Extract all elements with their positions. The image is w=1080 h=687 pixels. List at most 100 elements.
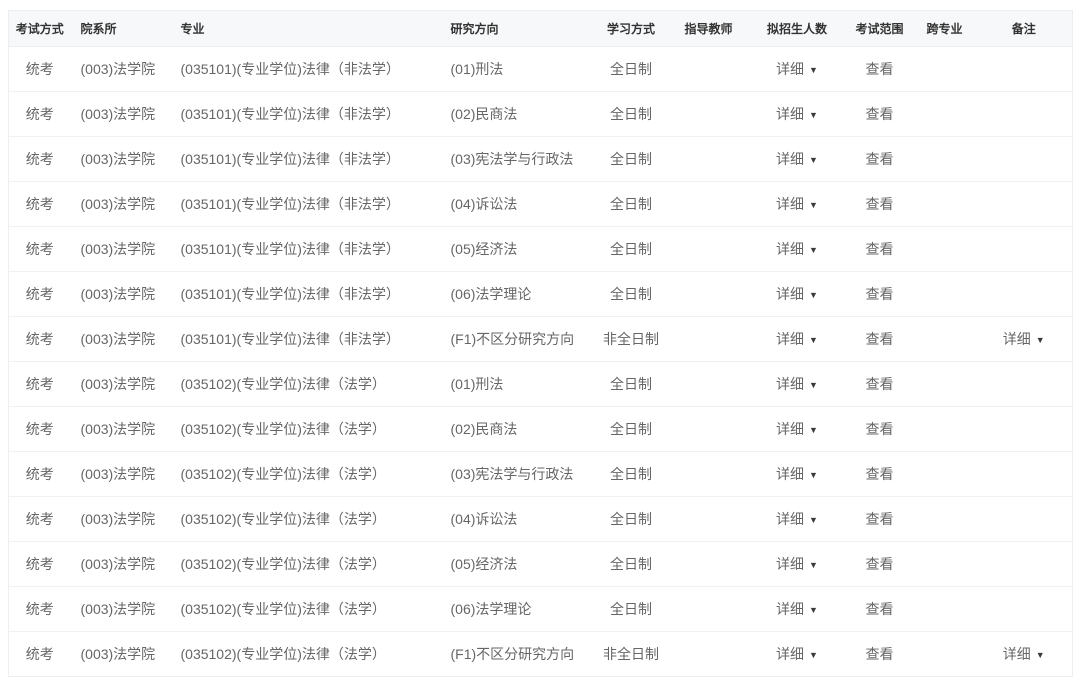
view-exam-scope-link[interactable]: 查看 <box>866 151 894 167</box>
research-direction-cell: (03)宪法学与行政法 <box>441 137 594 182</box>
table-row: 统考(003)法学院(035102)(专业学位)法律（法学）(01)刑法全日制详… <box>9 362 1073 407</box>
view-exam-scope-link[interactable]: 查看 <box>866 106 894 122</box>
research-direction-cell: (01)刑法 <box>441 47 594 92</box>
department-cell: (003)法学院 <box>71 362 171 407</box>
research-direction-cell: (02)民商法 <box>441 407 594 452</box>
cross-major-cell <box>914 452 976 497</box>
table-row: 统考(003)法学院(035102)(专业学位)法律（法学）(03)宪法学与行政… <box>9 452 1073 497</box>
department-cell: (003)法学院 <box>71 227 171 272</box>
table-row: 统考(003)法学院(035101)(专业学位)法律（非法学）(01)刑法全日制… <box>9 47 1073 92</box>
research-direction-cell: (02)民商法 <box>441 92 594 137</box>
department-cell: (003)法学院 <box>71 317 171 362</box>
view-exam-scope-link[interactable]: 查看 <box>866 331 894 347</box>
remarks-cell <box>976 452 1073 497</box>
planned-enrollment-detail-dropdown[interactable]: 详细▼ <box>776 59 818 79</box>
dropdown-label: 详细 <box>776 511 804 527</box>
planned-enrollment-cell: 详细▼ <box>749 407 846 452</box>
caret-down-icon: ▼ <box>809 425 818 435</box>
major-cell: (035102)(专业学位)法律（法学） <box>171 407 441 452</box>
advisor-cell <box>669 272 749 317</box>
planned-enrollment-cell: 详细 ▼ <box>749 317 846 362</box>
view-exam-scope-link[interactable]: 查看 <box>866 376 894 392</box>
study-mode-cell: 全日制 <box>594 47 669 92</box>
col-header-planned-enrollment: 拟招生人数 <box>749 11 846 47</box>
caret-down-icon: ▼ <box>809 650 818 660</box>
view-exam-scope-link[interactable]: 查看 <box>866 466 894 482</box>
view-exam-scope-link[interactable]: 查看 <box>866 421 894 437</box>
advisor-cell <box>669 497 749 542</box>
dropdown-label: 详细 <box>776 106 804 122</box>
planned-enrollment-cell: 详细▼ <box>749 587 846 632</box>
col-header-exam-scope: 考试范围 <box>846 11 914 47</box>
planned-enrollment-detail-dropdown[interactable]: 详细▼ <box>776 644 818 664</box>
advisor-cell <box>669 632 749 677</box>
cross-major-cell <box>914 407 976 452</box>
exam-method-cell: 统考 <box>9 362 71 407</box>
exam-method-cell: 统考 <box>9 227 71 272</box>
planned-enrollment-detail-dropdown[interactable]: 详细▼ <box>776 149 818 169</box>
planned-enrollment-detail-dropdown[interactable]: 详细▼ <box>776 599 818 619</box>
planned-enrollment-detail-dropdown[interactable]: 详细▼ <box>776 464 818 484</box>
study-mode-cell: 非全日制 <box>594 632 669 677</box>
remarks-cell <box>976 587 1073 632</box>
view-exam-scope-link[interactable]: 查看 <box>866 556 894 572</box>
cross-major-cell <box>914 182 976 227</box>
table-row: 统考(003)法学院(035102)(专业学位)法律（法学）(04)诉讼法全日制… <box>9 497 1073 542</box>
planned-enrollment-detail-dropdown[interactable]: 详细▼ <box>776 554 818 574</box>
col-header-remarks: 备注 <box>976 11 1073 47</box>
view-exam-scope-link[interactable]: 查看 <box>866 646 894 662</box>
dropdown-label: 详细 <box>776 331 804 347</box>
caret-down-icon: ▼ <box>1036 650 1045 660</box>
exam-scope-cell: 查看 <box>846 407 914 452</box>
table-row: 统考(003)法学院(035102)(专业学位)法律（法学）(05)经济法全日制… <box>9 542 1073 587</box>
exam-scope-cell: 查看 <box>846 587 914 632</box>
major-cell: (035102)(专业学位)法律（法学） <box>171 542 441 587</box>
exam-scope-cell: 查看 <box>846 47 914 92</box>
major-cell: (035101)(专业学位)法律（非法学） <box>171 227 441 272</box>
remarks-detail-dropdown[interactable]: 详细▼ <box>1003 644 1045 664</box>
major-cell: (035101)(专业学位)法律（非法学） <box>171 92 441 137</box>
planned-enrollment-cell: 详细▼ <box>749 47 846 92</box>
view-exam-scope-link[interactable]: 查看 <box>866 601 894 617</box>
view-exam-scope-link[interactable]: 查看 <box>866 511 894 527</box>
exam-method-cell: 统考 <box>9 182 71 227</box>
planned-enrollment-cell: 详细▼ <box>749 542 846 587</box>
planned-enrollment-cell: 详细▼ <box>749 92 846 137</box>
remarks-cell <box>976 542 1073 587</box>
major-cell: (035101)(专业学位)法律（非法学） <box>171 272 441 317</box>
exam-scope-cell: 查看 <box>846 317 914 362</box>
dropdown-label: 详细 <box>776 241 804 257</box>
planned-enrollment-detail-dropdown[interactable]: 详细 ▼ <box>776 374 818 394</box>
research-direction-cell: (05)经济法 <box>441 542 594 587</box>
major-cell: (035102)(专业学位)法律（法学） <box>171 632 441 677</box>
caret-down-icon: ▼ <box>809 335 818 345</box>
planned-enrollment-detail-dropdown[interactable]: 详细▼ <box>776 284 818 304</box>
cross-major-cell <box>914 362 976 407</box>
remarks-detail-dropdown[interactable]: 详细▼ <box>1003 329 1045 349</box>
study-mode-cell: 全日制 <box>594 227 669 272</box>
table-header: 考试方式 院系所 专业 研究方向 学习方式 指导教师 拟招生人数 考试范围 跨专… <box>9 11 1073 47</box>
remarks-cell <box>976 92 1073 137</box>
advisor-cell <box>669 47 749 92</box>
department-cell: (003)法学院 <box>71 407 171 452</box>
table-row: 统考(003)法学院(035102)(专业学位)法律（法学）(02)民商法全日制… <box>9 407 1073 452</box>
planned-enrollment-detail-dropdown[interactable]: 详细▼ <box>776 509 818 529</box>
view-exam-scope-link[interactable]: 查看 <box>866 241 894 257</box>
header-row: 考试方式 院系所 专业 研究方向 学习方式 指导教师 拟招生人数 考试范围 跨专… <box>9 11 1073 47</box>
planned-enrollment-detail-dropdown[interactable]: 详细 ▼ <box>776 329 818 349</box>
admissions-catalog-table: 考试方式 院系所 专业 研究方向 学习方式 指导教师 拟招生人数 考试范围 跨专… <box>8 10 1073 677</box>
caret-down-icon: ▼ <box>809 380 818 390</box>
major-cell: (035101)(专业学位)法律（非法学） <box>171 182 441 227</box>
dropdown-label: 详细 <box>776 376 804 392</box>
view-exam-scope-link[interactable]: 查看 <box>866 196 894 212</box>
view-exam-scope-link[interactable]: 查看 <box>866 286 894 302</box>
planned-enrollment-detail-dropdown[interactable]: 详细▼ <box>776 194 818 214</box>
planned-enrollment-detail-dropdown[interactable]: 详细▼ <box>776 239 818 259</box>
planned-enrollment-detail-dropdown[interactable]: 详细▼ <box>776 104 818 124</box>
view-exam-scope-link[interactable]: 查看 <box>866 61 894 77</box>
planned-enrollment-cell: 详细▼ <box>749 632 846 677</box>
planned-enrollment-detail-dropdown[interactable]: 详细▼ <box>776 419 818 439</box>
cross-major-cell <box>914 632 976 677</box>
exam-scope-cell: 查看 <box>846 92 914 137</box>
remarks-cell <box>976 227 1073 272</box>
